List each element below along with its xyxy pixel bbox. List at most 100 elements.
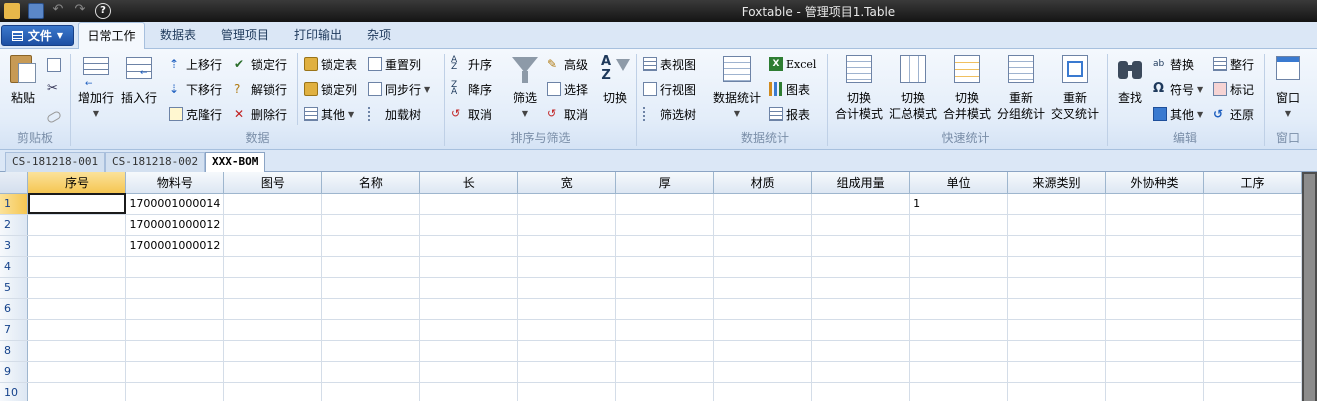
table-cell[interactable]	[1203, 361, 1302, 383]
report-button[interactable]: 报表	[769, 104, 810, 124]
table-cell[interactable]	[1203, 382, 1302, 401]
table-cell[interactable]	[1105, 193, 1204, 215]
table-cell[interactable]	[909, 277, 1009, 299]
switch-total-mode-button[interactable]: 切换 合计模式	[833, 53, 885, 122]
table-cell[interactable]	[1105, 214, 1204, 236]
table-cell[interactable]	[713, 256, 813, 278]
table-cell[interactable]	[223, 193, 323, 215]
table-cell[interactable]: 1700001000012	[125, 235, 225, 257]
table-cell[interactable]	[321, 319, 421, 341]
column-header[interactable]: 组成用量	[811, 172, 911, 194]
table-cell[interactable]	[517, 214, 617, 236]
table-cell[interactable]	[321, 256, 421, 278]
row-view-button[interactable]: 行视图	[643, 79, 696, 99]
table-cell[interactable]	[1007, 382, 1106, 401]
table-cell[interactable]	[517, 277, 617, 299]
tab-manage-project[interactable]: 管理项目	[212, 22, 278, 49]
table-cell[interactable]	[1007, 193, 1106, 215]
switch-merge-mode-button[interactable]: 切换 合并模式	[941, 53, 993, 122]
table-cell[interactable]	[713, 193, 813, 215]
table-cell[interactable]	[1105, 382, 1204, 401]
table-cell[interactable]	[1203, 193, 1302, 215]
vertical-scrollbar[interactable]	[1302, 172, 1317, 401]
table-cell[interactable]	[419, 319, 519, 341]
move-down-button[interactable]: ⇣ 下移行	[169, 79, 222, 99]
row-header[interactable]: 8	[0, 340, 29, 362]
table-cell[interactable]	[223, 256, 323, 278]
table-cell[interactable]	[27, 340, 127, 362]
table-cell[interactable]	[223, 277, 323, 299]
column-header[interactable]: 序号	[27, 172, 127, 194]
table-cell[interactable]	[223, 340, 323, 362]
data-stats-button[interactable]: 数据统计 ▼	[711, 53, 763, 122]
column-header[interactable]: 宽	[517, 172, 617, 194]
row-header[interactable]: 7	[0, 319, 29, 341]
column-header[interactable]: 名称	[321, 172, 421, 194]
sheet-tab-cs-181218-001[interactable]: CS-181218-001	[5, 152, 106, 172]
table-cell[interactable]	[517, 193, 617, 215]
table-cell[interactable]	[125, 277, 225, 299]
format-row-button[interactable]: 整行	[1213, 54, 1254, 74]
excel-button[interactable]: X Excel	[769, 54, 816, 74]
table-cell[interactable]	[419, 361, 519, 383]
table-cell[interactable]	[1203, 298, 1302, 320]
filter-tree-button[interactable]: 筛选树	[643, 104, 696, 124]
paste-button[interactable]: 粘贴	[6, 53, 40, 106]
table-cell[interactable]	[517, 361, 617, 383]
unlock-row-button[interactable]: ? 解锁行	[234, 79, 287, 99]
table-cell[interactable]	[27, 214, 127, 236]
lock-column-button[interactable]: 锁定列	[304, 79, 357, 99]
table-cell[interactable]	[615, 235, 715, 257]
table-cell[interactable]	[27, 361, 127, 383]
table-cell[interactable]	[713, 382, 813, 401]
table-cell[interactable]	[517, 319, 617, 341]
row-header[interactable]: 4	[0, 256, 29, 278]
table-cell[interactable]	[1203, 235, 1302, 257]
table-cell[interactable]	[909, 319, 1009, 341]
table-cell[interactable]	[419, 235, 519, 257]
table-cell[interactable]	[321, 277, 421, 299]
table-cell[interactable]	[419, 382, 519, 401]
table-cell[interactable]	[419, 214, 519, 236]
table-cell[interactable]	[811, 214, 911, 236]
table-cell[interactable]	[1203, 256, 1302, 278]
table-cell[interactable]	[125, 319, 225, 341]
table-cell[interactable]: 1700001000012	[125, 214, 225, 236]
table-cell[interactable]: 1	[909, 193, 1009, 215]
table-cell[interactable]	[321, 361, 421, 383]
clone-row-button[interactable]: 克隆行	[169, 104, 222, 124]
table-cell[interactable]	[1203, 277, 1302, 299]
table-cell[interactable]	[909, 340, 1009, 362]
replace-button[interactable]: ab 替换	[1153, 54, 1194, 74]
table-cell[interactable]	[27, 298, 127, 320]
row-header[interactable]: 10	[0, 382, 29, 401]
switch-button[interactable]: AZ 切换	[597, 53, 633, 106]
table-cell[interactable]	[811, 277, 911, 299]
sort-descending-button[interactable]: Z A 降序	[451, 79, 492, 99]
symbol-button[interactable]: Ω 符号 ▼	[1153, 79, 1203, 99]
table-cell[interactable]	[811, 193, 911, 215]
tab-daily-work[interactable]: 日常工作	[78, 22, 145, 50]
table-cell[interactable]	[27, 277, 127, 299]
table-cell[interactable]	[713, 361, 813, 383]
table-cell[interactable]	[909, 256, 1009, 278]
table-cell[interactable]	[27, 256, 127, 278]
column-header[interactable]: 图号	[223, 172, 323, 194]
table-cell[interactable]	[125, 382, 225, 401]
column-header[interactable]: 工序	[1203, 172, 1302, 194]
cross-stats-button[interactable]: 重新 交叉统计	[1049, 53, 1101, 122]
mark-button[interactable]: 标记	[1213, 79, 1254, 99]
table-cell[interactable]	[909, 235, 1009, 257]
reset-column-button[interactable]: 重置列	[368, 54, 421, 74]
table-cell[interactable]	[125, 361, 225, 383]
move-up-button[interactable]: ⇡ 上移行	[169, 54, 222, 74]
table-cell[interactable]	[1203, 214, 1302, 236]
table-cell[interactable]	[1105, 256, 1204, 278]
table-cell[interactable]	[1007, 277, 1106, 299]
restore-button[interactable]: ↺ 还原	[1213, 104, 1254, 124]
table-view-button[interactable]: 表视图	[643, 54, 696, 74]
table-cell[interactable]	[419, 193, 519, 215]
table-cell[interactable]	[615, 382, 715, 401]
row-header[interactable]: 5	[0, 277, 29, 299]
load-tree-button[interactable]: 加载树	[368, 104, 421, 124]
